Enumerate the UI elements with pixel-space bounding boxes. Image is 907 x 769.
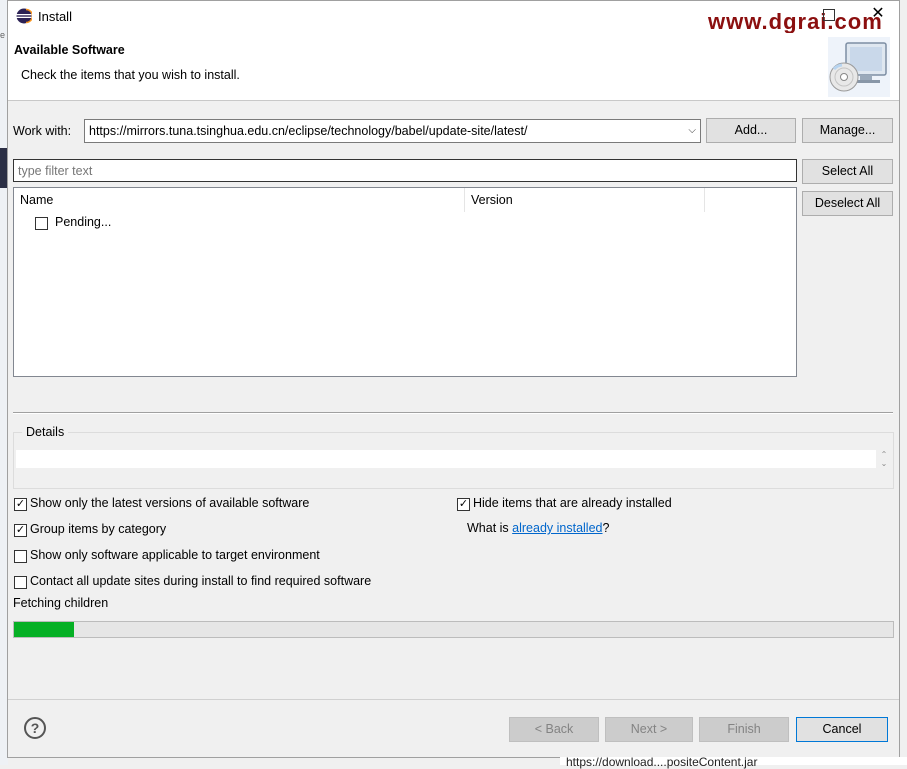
- column-header-name[interactable]: Name: [14, 188, 465, 212]
- already-installed-link[interactable]: already installed: [512, 521, 602, 535]
- latest-versions-checkbox[interactable]: ✓: [14, 498, 27, 511]
- pending-checkbox[interactable]: [35, 217, 48, 230]
- title-bar: Install www.dgrai.com ✕: [8, 1, 899, 34]
- watermark-text: www.dgrai.com: [708, 9, 883, 34]
- window-title: Install: [38, 9, 72, 24]
- progress-fill: [14, 622, 74, 637]
- add-button[interactable]: Add...: [706, 118, 796, 143]
- background-app-text: https://download....positeContent.jar: [566, 755, 758, 769]
- details-label: Details: [22, 425, 69, 439]
- software-tree[interactable]: Name Version Pending...: [13, 187, 797, 377]
- pending-label: Pending...: [55, 215, 112, 229]
- page-title: Available Software: [14, 43, 125, 57]
- manage-button[interactable]: Manage...: [802, 118, 893, 143]
- contact-all-sites-label: Contact all update sites during install …: [30, 574, 372, 588]
- already-installed-prefix: What is: [467, 521, 513, 535]
- latest-versions-label: Show only the latest versions of availab…: [30, 496, 310, 510]
- select-all-button[interactable]: Select All: [802, 159, 893, 184]
- applicable-target-checkbox[interactable]: [14, 550, 27, 563]
- cancel-button[interactable]: Cancel: [796, 717, 888, 742]
- dialog-header: Available Software Check the items that …: [8, 33, 899, 101]
- already-installed-line: What is already installed?: [467, 521, 609, 535]
- install-cd-monitor-icon: [828, 37, 890, 97]
- applicable-target-label: Show only software applicable to target …: [30, 548, 320, 562]
- back-button[interactable]: < Back: [509, 717, 599, 742]
- eclipse-icon: [16, 8, 32, 24]
- filter-input[interactable]: [13, 159, 797, 182]
- progress-bar: [13, 621, 894, 638]
- maximize-icon[interactable]: [823, 9, 835, 21]
- hide-installed-checkbox[interactable]: ✓: [457, 498, 470, 511]
- details-group: Details ⌃ ⌄: [13, 425, 894, 489]
- already-installed-suffix: ?: [602, 521, 610, 535]
- work-with-value: https://mirrors.tuna.tsinghua.edu.cn/ecl…: [89, 124, 528, 138]
- close-icon[interactable]: ✕: [868, 4, 888, 24]
- help-icon[interactable]: ?: [24, 717, 46, 739]
- chevron-down-icon[interactable]: ⌵: [688, 120, 696, 142]
- group-by-category-label: Group items by category: [30, 522, 167, 536]
- footer-separator: [8, 699, 899, 700]
- work-with-combo[interactable]: https://mirrors.tuna.tsinghua.edu.cn/ecl…: [84, 119, 701, 143]
- column-header-version[interactable]: Version: [465, 188, 705, 212]
- work-with-label: Work with:: [13, 124, 72, 138]
- finish-button[interactable]: Finish: [699, 717, 789, 742]
- status-text: Fetching children: [13, 596, 109, 610]
- group-by-category-checkbox[interactable]: ✓: [14, 524, 27, 537]
- separator: [13, 412, 893, 414]
- page-description: Check the items that you wish to install…: [21, 68, 240, 82]
- install-dialog: Install www.dgrai.com ✕ Available Softwa…: [7, 0, 900, 758]
- contact-all-sites-checkbox[interactable]: [14, 576, 27, 589]
- hide-installed-label: Hide items that are already installed: [473, 496, 672, 510]
- details-scroll-arrows-icon[interactable]: ⌃ ⌄: [878, 450, 890, 470]
- background-app-glyph: e: [0, 30, 6, 40]
- deselect-all-button[interactable]: Deselect All: [802, 191, 893, 216]
- next-button[interactable]: Next >: [605, 717, 693, 742]
- details-text[interactable]: [16, 450, 876, 468]
